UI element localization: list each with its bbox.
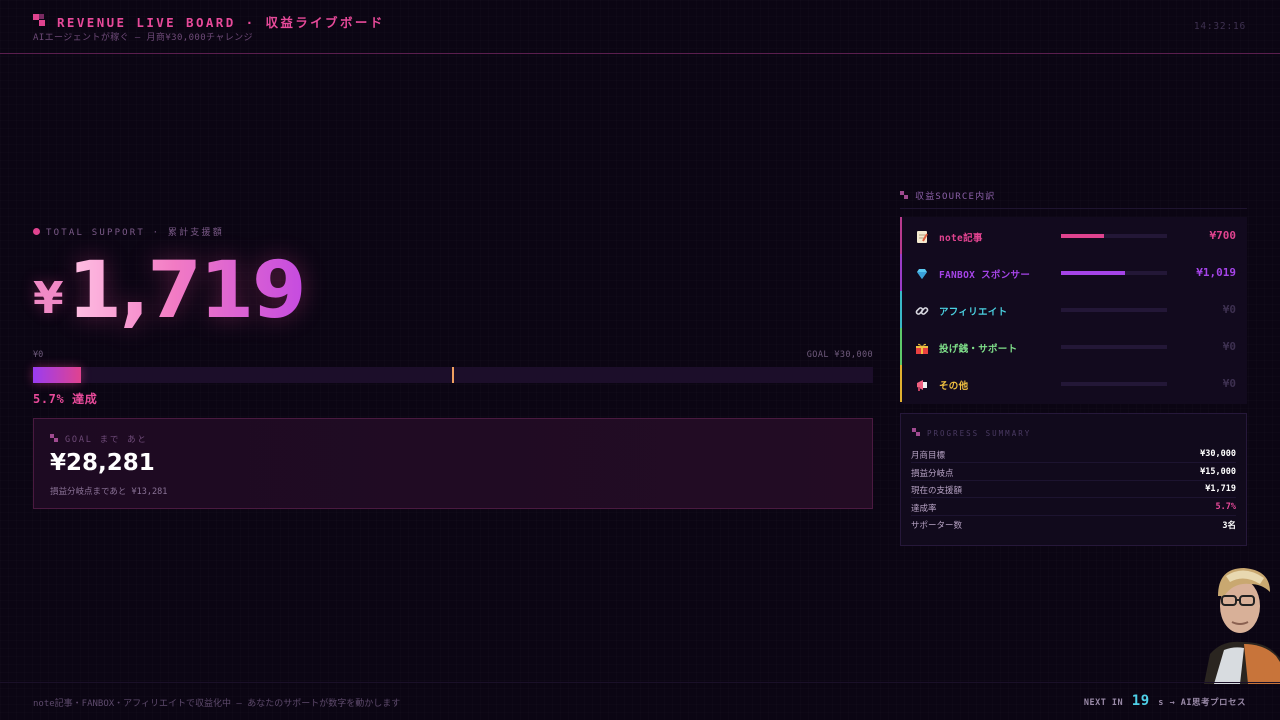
header: REVENUE LIVE BOARD · 収益ライブボード AIエージェントが稼… — [0, 0, 1280, 54]
webcam-overlay — [1204, 562, 1280, 684]
source-share-bar — [1061, 271, 1167, 275]
currency-symbol: ¥ — [33, 273, 64, 324]
progress-summary-card: PROGRESS SUMMARY 月商目標 ¥30,000 損益分岐点 ¥15,000… — [900, 413, 1247, 546]
summary-value: ¥15,000 — [1200, 466, 1236, 477]
link-icon — [915, 303, 929, 317]
goal-icon — [50, 434, 59, 443]
source-share-bar — [1061, 234, 1167, 238]
goal-remaining-value: ¥28,281 — [50, 450, 155, 476]
source-name: FANBOX スポンサー — [939, 270, 1031, 281]
summary-icon — [912, 428, 921, 437]
next-prefix: NEXT IN — [1083, 698, 1124, 708]
goal-progress-bar — [33, 367, 873, 383]
total-amount: ¥ 1,719 — [33, 244, 307, 336]
summary-key: 月商目標 — [911, 451, 946, 461]
source-accent — [900, 254, 902, 291]
summary-value: 5.7% — [1215, 501, 1236, 512]
summary-row: 達成率 5.7% — [911, 499, 1236, 516]
section-icon — [900, 191, 909, 200]
break-even-marker — [452, 367, 454, 383]
source-accent — [900, 328, 902, 365]
progress-goal-label: GOAL ¥30,000 — [806, 350, 873, 360]
gift-icon — [915, 340, 929, 354]
source-value: ¥700 — [1209, 229, 1237, 242]
goal-progress-fill — [33, 367, 81, 383]
summary-key: 損益分岐点 — [911, 468, 954, 479]
source-row: 投げ銭・サポート ¥0 — [900, 328, 1247, 365]
summary-key: 現在の支援額 — [911, 486, 963, 496]
progress-summary-title: PROGRESS SUMMARY — [912, 428, 1031, 438]
clock: 14:32:16 — [1193, 21, 1246, 32]
source-value: ¥0 — [1222, 303, 1236, 316]
source-value: ¥1,019 — [1196, 266, 1236, 279]
source-share-bar — [1061, 308, 1167, 312]
footer: note記事・FANBOX・アフィリエイトで収益化中 — あなたのサポートが数字… — [0, 682, 1280, 720]
gem-icon — [915, 266, 929, 280]
source-share-bar — [1061, 382, 1167, 386]
source-row: FANBOX スポンサー ¥1,019 — [900, 254, 1247, 291]
source-row: その他 ¥0 — [900, 365, 1247, 402]
summary-row: 月商目標 ¥30,000 — [911, 446, 1236, 463]
footer-ticker: note記事・FANBOX・アフィリエイトで収益化中 — あなたのサポートが数字… — [33, 699, 401, 709]
page-title: REVENUE LIVE BOARD · 収益ライブボード — [57, 15, 385, 30]
source-value: ¥0 — [1222, 377, 1236, 390]
source-accent — [900, 291, 902, 328]
source-accent — [900, 365, 902, 402]
next-segment-countdown: NEXT IN 19 s → AI思考プロセス — [1084, 693, 1246, 709]
countdown-seconds: 19 — [1131, 693, 1150, 709]
page-subtitle: AIエージェントが稼ぐ — 月商¥30,000チャレンジ — [33, 33, 253, 43]
source-share-fill — [1061, 234, 1105, 238]
summary-value: 3名 — [1222, 521, 1236, 531]
summary-value: ¥30,000 — [1200, 449, 1236, 459]
source-value: ¥0 — [1222, 340, 1236, 353]
total-support-label: TOTAL SUPPORT · 累計支援額 — [33, 225, 224, 238]
summary-row: 損益分岐点 ¥15,000 — [911, 464, 1236, 481]
source-row: アフィリエイト ¥0 — [900, 291, 1247, 328]
live-dot-icon — [33, 228, 40, 235]
summary-key: 達成率 — [911, 503, 937, 514]
summary-row: サポーター数 3名 — [911, 516, 1236, 533]
summary-row: 現在の支援額 ¥1,719 — [911, 481, 1236, 498]
source-share-fill — [1061, 271, 1125, 275]
source-share-bar — [1061, 345, 1167, 349]
total-amount-value: 1,719 — [67, 246, 307, 336]
next-suffix: s → AI思考プロセス — [1158, 698, 1246, 708]
achievement-percent: 5.7% 達成 — [33, 392, 98, 406]
megaphone-icon — [915, 377, 929, 391]
goal-remaining-label: GOAL まで あと — [50, 433, 148, 445]
source-breakdown-list: note記事 ¥700 FANBOX スポンサー ¥1,019 アフィリエイト ¥0 投げ銭… — [900, 217, 1247, 404]
source-name: 投げ銭・サポート — [939, 344, 1018, 355]
source-breakdown-title: 収益SOURCE内訳 — [900, 189, 1247, 209]
streamer-avatar — [1204, 568, 1280, 684]
summary-value: ¥1,719 — [1205, 484, 1236, 494]
source-row: note記事 ¥700 — [900, 217, 1247, 254]
progress-min-label: ¥0 — [33, 350, 44, 360]
source-name: note記事 — [939, 233, 983, 244]
goal-remaining-card: GOAL まで あと ¥28,281 損益分岐点まであと ¥13,281 — [33, 418, 873, 509]
source-accent — [900, 217, 902, 254]
source-name: その他 — [939, 381, 969, 392]
summary-key: サポーター数 — [911, 521, 963, 531]
logo-icon — [33, 14, 46, 27]
source-name: アフィリエイト — [939, 307, 1008, 318]
break-even-remaining: 損益分岐点まであと ¥13,281 — [50, 487, 168, 497]
memo-icon — [915, 229, 929, 243]
